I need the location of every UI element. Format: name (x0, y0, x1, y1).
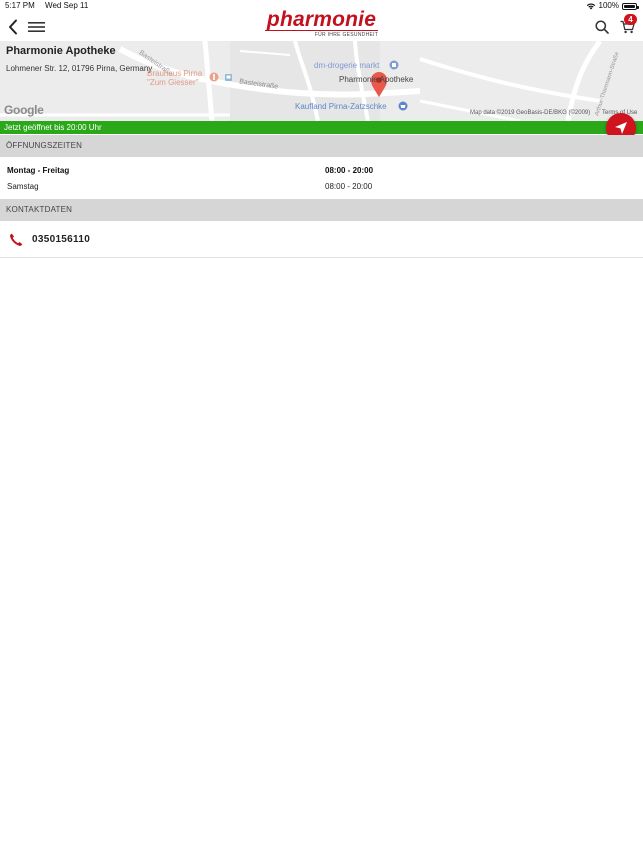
status-time: 5:17 PM (5, 1, 35, 10)
pharmonie-logo[interactable]: pharmonie FÜR IHRE GESUNDHEIT (0, 8, 643, 38)
search-icon (595, 19, 609, 34)
contact-header: KONTAKTDATEN (0, 199, 643, 221)
phone-row[interactable]: 0350156110 (0, 222, 643, 257)
opening-hours-list: Montag - Freitag 08:00 - 20:00 Samstag 0… (0, 157, 643, 199)
poi-brauhaus-line2: "Zum Giesser" (147, 78, 199, 87)
hours-row: Montag - Freitag 08:00 - 20:00 (0, 163, 643, 178)
store-address: Lohmener Str. 12, 01796 Pirna, Germany (6, 64, 153, 73)
nav-bar: pharmonie FÜR IHRE GESUNDHEIT (0, 8, 643, 41)
cart-count-badge: 4 (624, 14, 637, 25)
status-left: 5:17 PM Wed Sep 11 (5, 0, 96, 12)
status-right: 100% (586, 0, 639, 12)
poi-label-dm: dm-drogerie markt (314, 61, 380, 70)
logo-wordmark: pharmonie (264, 8, 379, 31)
poi-label-pharmacy: Pharmonie Apotheke (339, 75, 414, 84)
status-date: Wed Sep 11 (45, 1, 89, 10)
poi-label-brauhaus: Brauhaus Pirna "Zum Giesser" (147, 69, 202, 87)
open-status-banner: Jetzt geöffnet bis 20:00 Uhr (0, 121, 643, 134)
google-logo: Google (4, 103, 44, 117)
hours-time: 08:00 - 20:00 (325, 182, 373, 191)
dm-marker-icon (389, 60, 399, 70)
poi-brauhaus-line1: Brauhaus Pirna (147, 69, 203, 78)
store-name: Pharmonie Apotheke (6, 45, 116, 57)
battery-icon (622, 2, 639, 10)
store-map[interactable]: Pharmonie Apotheke Lohmener Str. 12, 017… (0, 41, 643, 121)
battery-percent: 100% (598, 1, 619, 10)
transit-marker-icon (225, 74, 232, 81)
logo-tagline: FÜR IHRE GESUNDHEIT (314, 32, 379, 38)
phone-icon (10, 233, 23, 246)
kaufland-marker-icon (398, 101, 408, 111)
navigation-arrow-icon (615, 122, 627, 134)
hours-row: Samstag 08:00 - 20:00 (0, 179, 643, 194)
contact-list: 0350156110 (0, 222, 643, 258)
hours-day: Montag - Freitag (7, 166, 70, 175)
search-button[interactable] (593, 12, 611, 41)
hours-day: Samstag (7, 182, 39, 191)
opening-hours-header: ÖFFNUNGSZEITEN (0, 135, 643, 157)
wifi-icon (586, 3, 595, 10)
poi-label-kaufland: Kaufland Pirna-Zatzschke (295, 102, 387, 111)
map-attribution: Map data ©2019 GeoBasis-DE/BKG (©2009) (470, 110, 591, 116)
brauhaus-marker-icon (209, 72, 219, 82)
hours-time: 08:00 - 20:00 (325, 166, 374, 175)
phone-number: 0350156110 (32, 234, 91, 245)
